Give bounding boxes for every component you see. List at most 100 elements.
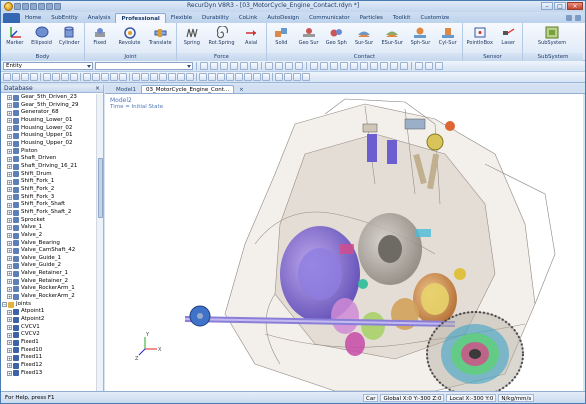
axis-icon[interactable] (293, 73, 301, 81)
tree-expand-icon[interactable]: + (7, 217, 12, 223)
tree-item[interactable]: + Housing_Upper_02 (1, 140, 96, 148)
undo-icon[interactable] (38, 3, 45, 10)
working-plane-icon[interactable] (275, 73, 283, 81)
move-icon[interactable] (210, 62, 218, 70)
tree-item[interactable]: + Housing_Upper_01 (1, 132, 96, 140)
tree-expand-icon[interactable]: + (7, 148, 12, 154)
tree-expand-icon[interactable]: + (7, 370, 12, 376)
reset-icon[interactable] (217, 73, 225, 81)
doc-tab-close-icon[interactable]: × (234, 85, 249, 93)
close-button[interactable]: × (567, 2, 583, 10)
side-view-icon[interactable] (285, 62, 293, 70)
tree-item[interactable]: + Shaft_Driven (1, 155, 96, 163)
tab-flexible[interactable]: Flexible (166, 13, 197, 23)
tree-item[interactable]: + Shift_Fork_Shaft_2 (1, 209, 96, 217)
first-frame-icon[interactable] (226, 73, 234, 81)
tree-item[interactable]: + Shift_Fork_3 (1, 194, 96, 202)
tree-expand-icon[interactable]: + (7, 118, 12, 124)
iso-view-icon[interactable] (295, 62, 303, 70)
help-icon[interactable] (575, 15, 581, 21)
tree-item[interactable]: + Fixed13 (1, 370, 96, 378)
zoom-icon[interactable] (230, 62, 238, 70)
play-icon[interactable] (244, 73, 252, 81)
entity-name-combo[interactable] (95, 62, 193, 70)
next-frame-icon[interactable] (253, 73, 261, 81)
tree-item[interactable]: + CVCV2 (1, 331, 96, 339)
tree-expand-icon[interactable]: + (7, 202, 12, 208)
tree-item[interactable]: + Shift_Fork_2 (1, 186, 96, 194)
color-icon[interactable] (159, 73, 167, 81)
tree-item[interactable]: + Valve_Bearing (1, 239, 96, 247)
tree-item[interactable]: + Shift_Drum (1, 171, 96, 179)
tab-communicator[interactable]: Communicator (304, 13, 355, 23)
tree-expand-icon[interactable]: + (7, 240, 12, 246)
pan-icon[interactable] (240, 62, 248, 70)
tree-expand-icon[interactable]: + (7, 171, 12, 177)
tree-item[interactable]: + Housing_Lower_02 (1, 125, 96, 133)
tree-expand-icon[interactable]: + (7, 210, 12, 216)
model-viewport[interactable]: X Y Z Model2 Time = Initial State (105, 94, 583, 391)
contact-display-icon[interactable] (400, 62, 408, 70)
marker-display-icon[interactable] (370, 62, 378, 70)
tree-item[interactable]: + Valve_RockerArm_1 (1, 285, 96, 293)
tree-item[interactable]: + Sprocket (1, 217, 96, 225)
tab-subentity[interactable]: SubEntity (46, 13, 83, 23)
tree-item[interactable]: + Valve_RockerArm_2 (1, 293, 96, 301)
show-all-icon[interactable] (150, 73, 158, 81)
tree-folder[interactable]: − Joints (1, 301, 96, 309)
render-icon[interactable] (340, 62, 348, 70)
tree-expand-icon[interactable]: + (7, 179, 12, 185)
select-icon[interactable] (200, 62, 208, 70)
tab-home[interactable]: Home (20, 13, 46, 23)
top-view-icon[interactable] (275, 62, 283, 70)
style-icon[interactable] (566, 15, 572, 21)
tab-autodesign[interactable]: AutoDesign (262, 13, 304, 23)
tree-expand-icon[interactable]: + (7, 133, 12, 139)
snap-icon[interactable] (284, 73, 292, 81)
previous-frame-icon[interactable] (235, 73, 243, 81)
grid-icon[interactable] (360, 62, 368, 70)
tab-toolkit[interactable]: Toolkit (388, 13, 416, 23)
tree-item[interactable]: + Generator_68 (1, 109, 96, 117)
tab-durability[interactable]: Durability (197, 13, 234, 23)
quick-access-dropdown-icon[interactable] (54, 3, 61, 10)
panel-close-icon[interactable]: × (95, 85, 100, 92)
last-frame-icon[interactable] (262, 73, 270, 81)
tree-expand-icon[interactable]: + (7, 263, 12, 269)
tree-item[interactable]: + Gear_5th_Driving_29 (1, 102, 96, 110)
minimize-button[interactable]: – (541, 2, 553, 10)
shaded-icon[interactable] (320, 62, 328, 70)
tab-customize[interactable]: Customize (415, 13, 454, 23)
paste-icon[interactable] (61, 73, 69, 81)
info-icon[interactable] (177, 73, 185, 81)
entity-combo[interactable]: Entity (3, 62, 93, 70)
new-icon[interactable] (3, 73, 11, 81)
tree-expand-icon[interactable]: + (7, 317, 12, 323)
zoom-window-icon[interactable] (101, 73, 109, 81)
tree-expand-icon[interactable]: + (7, 279, 12, 285)
animation-stop-icon[interactable] (425, 62, 433, 70)
zoom-out-icon[interactable] (92, 73, 100, 81)
tree-item[interactable]: + Piston (1, 148, 96, 156)
tree-expand-icon[interactable]: + (7, 286, 12, 292)
tree-expand-icon[interactable]: + (7, 102, 12, 108)
save-icon[interactable] (30, 3, 37, 10)
tree-expand-icon[interactable]: + (7, 194, 12, 200)
front-view-icon[interactable] (265, 62, 273, 70)
tab-analysis[interactable]: Analysis (83, 13, 116, 23)
open-file-icon[interactable] (22, 3, 29, 10)
tree-item[interactable]: + Valve_Guide_2 (1, 262, 96, 270)
copy-icon[interactable] (52, 73, 60, 81)
tree-expand-icon[interactable]: + (7, 332, 12, 338)
tree-item[interactable]: + Atpoint2 (1, 316, 96, 324)
tree-item[interactable]: + Valve_Retainer_1 (1, 270, 96, 278)
tree-expand-icon[interactable]: + (7, 110, 12, 116)
simulation-icon[interactable] (199, 73, 207, 81)
tree-expand-icon[interactable]: + (7, 325, 12, 331)
coordinate-icon[interactable] (302, 73, 310, 81)
redo-icon[interactable] (46, 3, 53, 10)
tree-item[interactable]: + Fixed11 (1, 354, 96, 362)
animation-record-icon[interactable] (435, 62, 443, 70)
tree-item[interactable]: + Valve_Retainer_2 (1, 278, 96, 286)
tree-item[interactable]: + Shaft_Driving_16_21 (1, 163, 96, 171)
